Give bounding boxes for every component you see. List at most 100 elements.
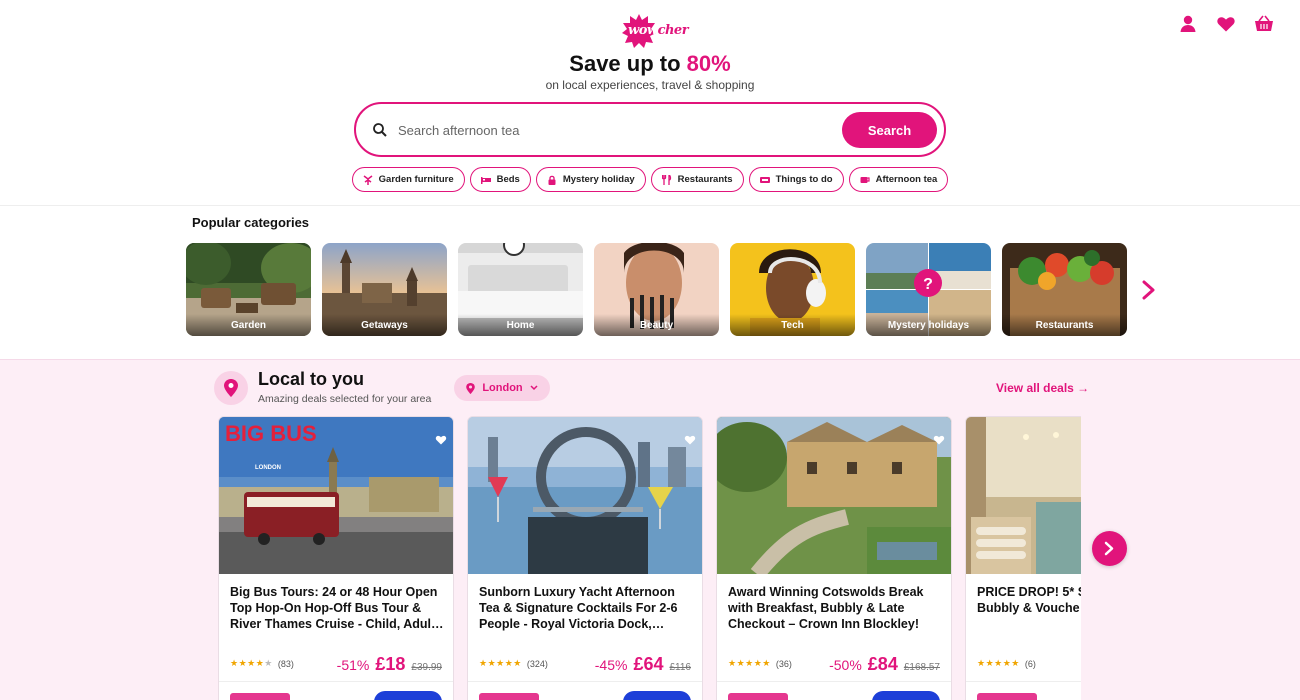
chip-garden-furniture[interactable]: Garden furniture bbox=[351, 167, 465, 192]
favourite-heart-icon[interactable] bbox=[684, 434, 696, 446]
deal-image bbox=[717, 417, 951, 574]
deal-buy-button[interactable] bbox=[872, 691, 940, 700]
deal-current-price: £18 bbox=[375, 654, 406, 674]
search-input[interactable] bbox=[398, 118, 818, 142]
category-label: Garden bbox=[186, 314, 311, 336]
deal-title[interactable]: PRICE DROP! 5* Spa Day with 2 or Bubbly … bbox=[977, 584, 1081, 616]
deal-card[interactable]: PRICE DROP! 5* Spa Day with 2 or Bubbly … bbox=[965, 416, 1081, 700]
deal-card[interactable]: BIG BUS LONDON Big Bus Tours: 24 or 48 H… bbox=[218, 416, 454, 700]
deal-current-price: £64 bbox=[633, 654, 664, 674]
location-badge bbox=[214, 371, 248, 405]
garden-icon bbox=[363, 174, 373, 185]
deal-image bbox=[966, 417, 1081, 574]
chip-beds[interactable]: Beds bbox=[469, 167, 531, 192]
divider bbox=[219, 681, 453, 682]
location-value: London bbox=[482, 382, 523, 394]
chevron-down-icon bbox=[530, 385, 538, 391]
location-dropdown[interactable]: London bbox=[454, 375, 550, 401]
favourite-heart-icon[interactable] bbox=[933, 434, 945, 446]
deal-badge-text: BIG BUS bbox=[225, 421, 317, 446]
deal-current-price: £84 bbox=[867, 654, 898, 674]
deal-price: -50% £84 £168.57 bbox=[829, 654, 940, 675]
search-bar: Search bbox=[354, 102, 946, 157]
view-all-deals-link[interactable]: View all deals → bbox=[996, 381, 1089, 395]
deal-original-price: £116 bbox=[669, 662, 691, 673]
favourite-heart-icon[interactable] bbox=[435, 434, 447, 446]
category-tech[interactable]: Tech bbox=[730, 243, 855, 336]
review-count: (83) bbox=[277, 658, 294, 669]
category-mystery-holidays[interactable]: ? Mystery holidays bbox=[866, 243, 991, 336]
hero-title-accent: 80% bbox=[686, 51, 731, 76]
deal-footer-price bbox=[977, 693, 1037, 700]
local-title: Local to you bbox=[258, 369, 365, 389]
review-count: (6) bbox=[1024, 658, 1036, 669]
deals-carousel: BIG BUS LONDON Big Bus Tours: 24 or 48 H… bbox=[218, 416, 1081, 700]
review-count: (324) bbox=[526, 658, 548, 669]
lock-icon bbox=[548, 175, 556, 185]
deal-card[interactable]: Award Winning Cotswolds Break with Break… bbox=[716, 416, 952, 700]
divider bbox=[717, 681, 951, 682]
deal-image bbox=[468, 417, 702, 574]
deal-price: -45% £64 £116 bbox=[595, 654, 691, 675]
deal-buy-button[interactable] bbox=[623, 691, 691, 700]
deal-buy-button[interactable] bbox=[374, 691, 442, 700]
deal-title[interactable]: Big Bus Tours: 24 or 48 Hour Open Top Ho… bbox=[230, 584, 448, 632]
chip-afternoon-tea[interactable]: Afternoon tea bbox=[848, 167, 949, 192]
basket-icon[interactable] bbox=[1254, 14, 1274, 34]
chip-label: Garden furniture bbox=[378, 174, 454, 185]
wowcher-logo[interactable]: wowcher bbox=[622, 14, 689, 50]
chip-restaurants[interactable]: Restaurants bbox=[650, 167, 744, 192]
category-label: Getaways bbox=[322, 314, 447, 336]
deal-rating: ★★★★★ (6) bbox=[977, 658, 1036, 669]
category-restaurants[interactable]: Restaurants bbox=[1002, 243, 1127, 336]
search-button[interactable]: Search bbox=[842, 112, 937, 148]
heart-icon[interactable] bbox=[1216, 14, 1236, 34]
deal-discount: -45% bbox=[594, 657, 628, 673]
deal-title[interactable]: Sunborn Luxury Yacht Afternoon Tea & Sig… bbox=[479, 584, 697, 632]
category-beauty[interactable]: Beauty bbox=[594, 243, 719, 336]
ticket-icon bbox=[759, 176, 770, 183]
popular-categories-title: Popular categories bbox=[192, 215, 310, 230]
location-pin-icon bbox=[466, 382, 476, 394]
review-count: (36) bbox=[775, 658, 792, 669]
deal-discount: -51% bbox=[336, 657, 370, 673]
deal-discount: -50% bbox=[829, 657, 862, 673]
rating-stars: ★★★★★ bbox=[230, 658, 273, 668]
deal-image: BIG BUS LONDON bbox=[219, 417, 453, 574]
header-icons bbox=[1178, 14, 1274, 34]
deal-rating: ★★★★★ (83) bbox=[230, 658, 294, 669]
chevron-right-icon bbox=[1104, 541, 1114, 556]
chip-things-to-do[interactable]: Things to do bbox=[748, 167, 844, 192]
deal-original-price: £39.99 bbox=[411, 662, 442, 673]
deal-title[interactable]: Award Winning Cotswolds Break with Break… bbox=[728, 584, 946, 632]
location-pin-icon bbox=[224, 379, 238, 397]
category-label: Beauty bbox=[594, 314, 719, 336]
category-home[interactable]: Home bbox=[458, 243, 583, 336]
search-icon bbox=[373, 123, 387, 137]
category-next-chevron-icon[interactable] bbox=[1140, 279, 1158, 301]
category-label: Tech bbox=[730, 314, 855, 336]
deal-badge-sub: LONDON bbox=[255, 465, 281, 471]
deal-card[interactable]: Sunborn Luxury Yacht Afternoon Tea & Sig… bbox=[467, 416, 703, 700]
cup-icon bbox=[860, 176, 870, 183]
chip-label: Things to do bbox=[775, 174, 833, 185]
deal-rating: ★★★★★ (36) bbox=[728, 658, 792, 669]
category-getaways[interactable]: Getaways bbox=[322, 243, 447, 336]
deal-rating: ★★★★★ (324) bbox=[479, 658, 548, 669]
deals-next-button[interactable] bbox=[1092, 531, 1127, 566]
site-header: wowcher Save up to 80% on local experien… bbox=[0, 0, 1300, 206]
quick-chips: Garden furniture Beds Mystery holiday Re… bbox=[0, 167, 1300, 192]
category-label: Restaurants bbox=[1002, 314, 1127, 336]
logo-wordmark: wowcher bbox=[628, 23, 689, 38]
account-icon[interactable] bbox=[1178, 14, 1198, 34]
deal-footer-price bbox=[230, 693, 290, 700]
chip-label: Mystery holiday bbox=[562, 174, 635, 185]
svg-text:?: ? bbox=[923, 276, 933, 293]
deal-original-price: £168.57 bbox=[903, 662, 940, 673]
deal-price: -51% £18 £39.99 bbox=[337, 654, 442, 675]
deal-footer-price bbox=[479, 693, 539, 700]
category-garden[interactable]: Garden bbox=[186, 243, 311, 336]
chip-mystery-holiday[interactable]: Mystery holiday bbox=[535, 167, 646, 192]
deal-footer-price bbox=[728, 693, 788, 700]
divider bbox=[468, 681, 702, 682]
